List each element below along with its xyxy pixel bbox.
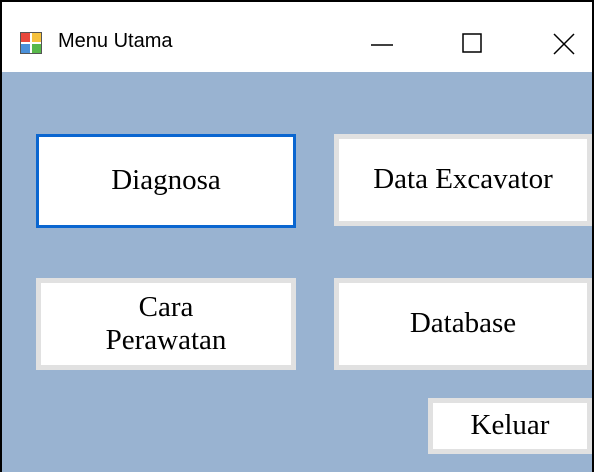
- maximize-icon[interactable]: [448, 20, 496, 68]
- diagnosa-label: Diagnosa: [111, 164, 221, 197]
- keluar-button[interactable]: Keluar: [428, 398, 592, 454]
- window-title: Menu Utama: [58, 30, 173, 52]
- database-label: Database: [409, 307, 517, 340]
- data-excavator-button[interactable]: Data Excavator: [334, 134, 592, 226]
- database-button[interactable]: Database: [334, 278, 592, 370]
- cara-perawatan-button[interactable]: Cara Perawatan: [36, 278, 296, 370]
- main-window: Menu Utama Diagnosa Data Excavator Cara …: [0, 0, 594, 472]
- title-bar[interactable]: Menu Utama: [2, 2, 592, 72]
- app-icon: [20, 32, 42, 54]
- data-excavator-label: Data Excavator: [373, 163, 553, 196]
- keluar-label: Keluar: [470, 409, 550, 442]
- cara-perawatan-label: Cara Perawatan: [105, 290, 227, 356]
- diagnosa-button[interactable]: Diagnosa: [36, 134, 296, 228]
- minimize-icon[interactable]: [358, 20, 406, 68]
- close-icon[interactable]: [540, 20, 588, 68]
